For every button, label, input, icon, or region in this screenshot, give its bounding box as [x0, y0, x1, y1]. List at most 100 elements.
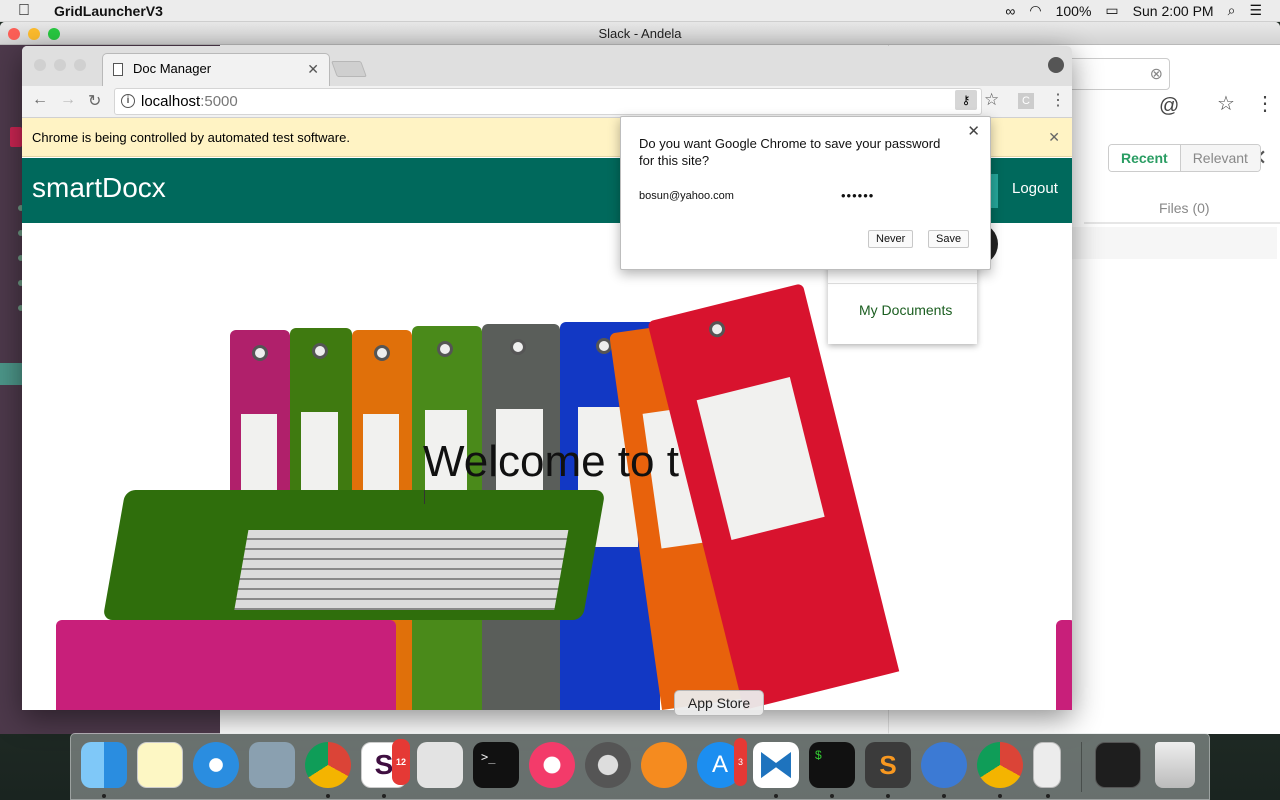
wifi-icon[interactable]: ◠ — [1029, 2, 1041, 19]
vscode-icon[interactable]: ⧓ — [753, 742, 799, 788]
mentions-icon[interactable]: @ — [1159, 95, 1179, 118]
slack-icon[interactable]: S 12 — [361, 739, 410, 788]
forward-icon[interactable]: → — [60, 91, 76, 109]
save-password-question: Do you want Google Chrome to save your p… — [639, 136, 941, 168]
keynote-icon[interactable] — [417, 742, 463, 788]
slack-badge: 12 — [391, 739, 410, 785]
reload-icon[interactable]: ↻ — [88, 91, 101, 111]
save-button[interactable]: Save — [928, 230, 970, 248]
more-icon[interactable]: ⋮ — [1255, 91, 1275, 116]
java-icon[interactable] — [1033, 742, 1061, 788]
nav-button-edge[interactable] — [990, 174, 998, 208]
chrome-icon[interactable] — [305, 742, 351, 788]
zoom-window-button[interactable] — [74, 59, 86, 71]
close-tab-icon[interactable]: ✕ — [307, 54, 319, 84]
app-name[interactable]: GridLauncherV3 — [54, 3, 163, 19]
files-tab[interactable]: Files (0) — [1159, 200, 1210, 216]
dismiss-infobar-icon[interactable]: ✕ — [1048, 118, 1060, 157]
text-cursor — [424, 490, 425, 504]
notification-center-icon[interactable]: ☰ — [1249, 2, 1262, 19]
binder-image — [102, 490, 606, 620]
running-indicator — [830, 794, 834, 798]
itunes-icon[interactable] — [529, 742, 575, 788]
team-badge[interactable] — [10, 127, 22, 147]
close-window-button[interactable] — [34, 59, 46, 71]
running-indicator — [382, 794, 386, 798]
finder-icon[interactable] — [81, 742, 127, 788]
username-value[interactable]: bosun@yahoo.com — [639, 190, 734, 202]
chrome-menu-icon[interactable]: ⋮ — [1050, 90, 1066, 110]
star-icon[interactable]: ☆ — [1217, 91, 1235, 116]
address-bar[interactable]: i localhost:5000 — [114, 88, 982, 115]
brand-logo[interactable]: smartDocx — [32, 172, 166, 204]
search-sort-toggle: Recent Relevant — [1108, 144, 1261, 172]
app-store-icon[interactable]: A3 — [697, 738, 747, 788]
active-channel-marker — [0, 363, 22, 385]
iterm-icon[interactable]: $ — [809, 742, 855, 788]
binder-image — [1056, 620, 1072, 710]
close-icon[interactable]: ✕ — [967, 122, 980, 140]
extension-icon[interactable]: C — [1018, 93, 1034, 109]
preview-icon[interactable] — [249, 742, 295, 788]
postgres-icon[interactable] — [921, 742, 967, 788]
sublime-icon[interactable]: S — [865, 742, 911, 788]
status-area: ∞ ◠ 100% ▭ Sun 2:00 PM ⌕ ☰ — [1005, 2, 1280, 19]
page-icon — [113, 63, 123, 76]
dock-tooltip: App Store — [674, 690, 764, 716]
trash-icon[interactable] — [1155, 742, 1195, 788]
chrome-window-controls — [34, 59, 86, 71]
notes-icon[interactable] — [137, 742, 183, 788]
slack-title: Slack - Andela — [598, 26, 682, 41]
system-preferences-icon[interactable] — [585, 742, 631, 788]
info-icon[interactable]: i — [121, 94, 135, 108]
window-controls — [8, 28, 60, 40]
menu-item-my-documents[interactable]: My Documents — [859, 299, 959, 321]
dock-divider — [1081, 742, 1082, 792]
bookmark-star-icon[interactable]: ☆ — [984, 90, 999, 110]
back-icon[interactable]: ← — [32, 91, 48, 109]
key-icon[interactable]: ⚷ — [955, 90, 977, 110]
running-indicator — [886, 794, 890, 798]
minimize-window-button[interactable] — [54, 59, 66, 71]
relevant-button[interactable]: Relevant — [1179, 145, 1260, 171]
paper-stack — [234, 530, 569, 610]
app-store-badge: 3 — [733, 738, 747, 786]
logout-link[interactable]: Logout — [1012, 180, 1058, 197]
profile-icon[interactable] — [1048, 57, 1064, 73]
terminal-icon[interactable]: >_ — [473, 742, 519, 788]
password-value[interactable]: •••••• — [841, 188, 874, 203]
close-window-button[interactable] — [8, 28, 20, 40]
never-button[interactable]: Never — [868, 230, 914, 248]
search-input[interactable]: ⊗ — [1060, 58, 1170, 90]
new-tab-button[interactable] — [331, 61, 367, 77]
tab-doc-manager[interactable]: Doc Manager ✕ — [102, 53, 330, 86]
binder-image — [56, 620, 396, 710]
apple-icon[interactable]:  — [18, 2, 40, 20]
save-password-bubble: Do you want Google Chrome to save your p… — [620, 116, 991, 270]
welcome-heading: Welcome to t — [423, 437, 679, 486]
tab-underline — [1084, 222, 1280, 224]
menu-bar:  GridLauncherV3 ∞ ◠ 100% ▭ Sun 2:00 PM … — [0, 0, 1280, 22]
safari-icon[interactable] — [193, 742, 239, 788]
running-indicator — [326, 794, 330, 798]
battery-percent[interactable]: 100% — [1056, 3, 1092, 19]
clear-search-icon[interactable]: ⊗ — [1150, 64, 1163, 84]
hero-image: Welcome to t Documents My Documents — [22, 223, 1072, 710]
spotlight-icon[interactable]: ⌕ — [1228, 2, 1236, 19]
slack-titlebar: Slack - Andela — [0, 22, 1280, 45]
ibooks-icon[interactable] — [641, 742, 687, 788]
link-icon[interactable]: ∞ — [1005, 3, 1015, 19]
browser-toolbar: ← → ↻ i localhost:5000 ⚷ ☆ C ⋮ — [22, 86, 1072, 118]
minimized-window-icon[interactable] — [1095, 742, 1141, 788]
running-indicator — [102, 794, 106, 798]
clock[interactable]: Sun 2:00 PM — [1133, 3, 1214, 19]
url-host: localhost — [141, 93, 201, 110]
chrome-icon[interactable] — [977, 742, 1023, 788]
minimize-window-button[interactable] — [28, 28, 40, 40]
battery-icon[interactable]: ▭ — [1105, 2, 1118, 19]
dock: S 12 >_ A3 ⧓ $ S — [70, 733, 1210, 800]
infobar-text: Chrome is being controlled by automated … — [32, 130, 350, 145]
zoom-window-button[interactable] — [48, 28, 60, 40]
recent-button[interactable]: Recent — [1109, 145, 1180, 171]
tab-strip: Doc Manager ✕ — [22, 46, 1072, 86]
